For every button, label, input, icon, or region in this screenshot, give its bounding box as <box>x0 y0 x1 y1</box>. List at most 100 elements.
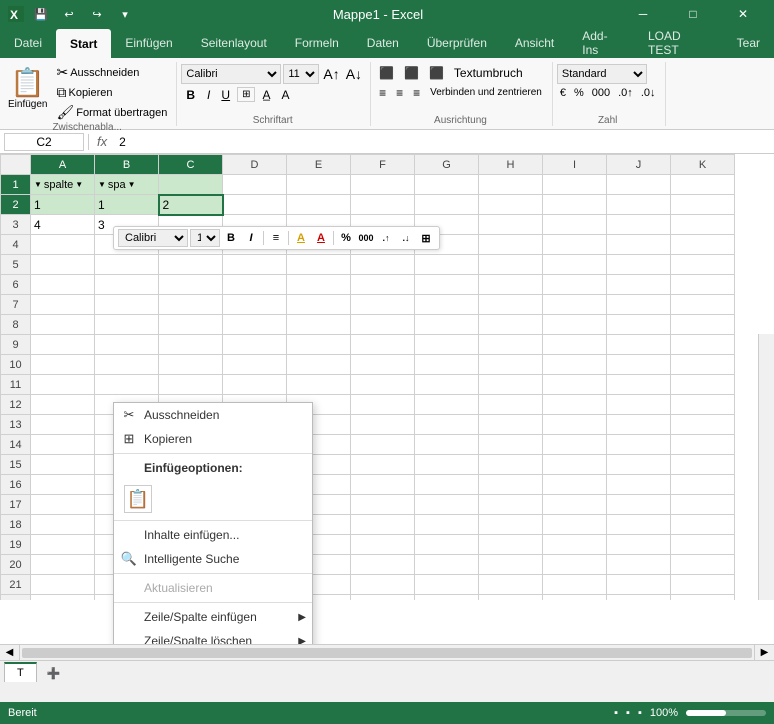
ctx-zeile-spalte-loeschen[interactable]: Zeile/Spalte löschen ▶ <box>114 629 312 644</box>
cell-g2[interactable] <box>415 195 479 215</box>
align-left-top-button[interactable]: ⬛ <box>375 64 398 82</box>
col-header-a[interactable]: A <box>31 155 95 175</box>
merge-center-button[interactable]: Verbinden und zentrieren <box>426 85 546 100</box>
col-header-c[interactable]: C <box>159 155 223 175</box>
align-right-button[interactable]: ≡ <box>409 84 424 102</box>
minimize-button[interactable]: ─ <box>620 0 666 28</box>
decrease-font-button[interactable]: A↓ <box>344 65 364 83</box>
decrease-decimal-button[interactable]: .0↓ <box>638 86 659 100</box>
mini-border-button[interactable]: ⊞ <box>417 229 435 247</box>
col-header-k[interactable]: K <box>671 155 735 175</box>
cell-a2[interactable]: 1 <box>31 195 95 215</box>
wrap-text-button[interactable]: Textumbruch <box>450 64 527 82</box>
tab-daten[interactable]: Daten <box>353 28 413 58</box>
row-header-2[interactable]: 2 <box>1 195 31 215</box>
row-header-3[interactable]: 3 <box>1 215 31 235</box>
mini-size-select[interactable]: 11 <box>190 229 220 247</box>
font-color-button[interactable]: A <box>277 87 293 103</box>
percent-button[interactable]: % <box>571 86 587 100</box>
cell-e2[interactable] <box>287 195 351 215</box>
cell-j3[interactable] <box>607 215 671 235</box>
currency-button[interactable]: € <box>557 86 569 100</box>
mini-font-select[interactable]: Calibri <box>118 229 188 247</box>
save-button[interactable]: 💾 <box>30 3 52 25</box>
border-button[interactable]: ⊞ <box>237 87 255 102</box>
cell-i1[interactable] <box>543 175 607 195</box>
col-header-e[interactable]: E <box>287 155 351 175</box>
maximize-button[interactable]: □ <box>670 0 716 28</box>
tab-start[interactable]: Start <box>56 29 111 59</box>
cell-d2[interactable] <box>223 195 287 215</box>
cut-button[interactable]: ✂ Ausschneiden <box>53 64 170 82</box>
number-format-select[interactable]: Standard <box>557 64 647 84</box>
cell-i2[interactable] <box>543 195 607 215</box>
col-header-h[interactable]: H <box>479 155 543 175</box>
col-header-b[interactable]: B <box>95 155 159 175</box>
view-layout-button[interactable]: ▪ <box>626 707 630 719</box>
scroll-left-button[interactable]: ◀ <box>0 645 20 661</box>
tab-formeln[interactable]: Formeln <box>281 28 353 58</box>
view-pagebreak-button[interactable]: ▪ <box>638 707 642 719</box>
zoom-slider[interactable] <box>686 710 766 716</box>
font-size-select[interactable]: 11 <box>283 64 319 84</box>
sheet-tab-t[interactable]: T <box>4 662 37 682</box>
redo-button[interactable]: ↪ <box>86 3 108 25</box>
col-header-i[interactable]: I <box>543 155 607 175</box>
ctx-zeile-spalte-einfuegen[interactable]: Zeile/Spalte einfügen ▶ <box>114 605 312 629</box>
tab-datei[interactable]: Datei <box>0 28 56 58</box>
cell-f2[interactable] <box>351 195 415 215</box>
mini-dec-up-button[interactable]: .↑ <box>377 229 395 247</box>
qat-dropdown[interactable]: ▾ <box>114 3 136 25</box>
row-header-1[interactable]: 1 <box>1 175 31 195</box>
mini-font-color-button[interactable]: A <box>312 229 330 247</box>
align-right-top-button[interactable]: ⬛ <box>425 64 448 82</box>
ctx-inhalte-einfuegen[interactable]: Inhalte einfügen... <box>114 523 312 547</box>
cell-g1[interactable] <box>415 175 479 195</box>
tab-einfuegen[interactable]: Einfügen <box>111 28 186 58</box>
mini-bold-button[interactable]: B <box>222 229 240 247</box>
align-left-button[interactable]: ≡ <box>375 84 390 102</box>
cell-a1[interactable]: ▼spalte▼ <box>31 175 95 195</box>
ctx-ausschneiden[interactable]: ✂ Ausschneiden <box>114 403 312 427</box>
col-header-f[interactable]: F <box>351 155 415 175</box>
cell-h3[interactable] <box>479 215 543 235</box>
formula-input[interactable]: 2 <box>115 135 770 149</box>
italic-button[interactable]: I <box>203 87 214 103</box>
cell-d1[interactable] <box>223 175 287 195</box>
mini-italic-button[interactable]: I <box>242 229 260 247</box>
bold-button[interactable]: B <box>181 86 200 104</box>
format-painter-button[interactable]: 🖌 Format übertragen <box>53 104 170 122</box>
ctx-paste-icon-row[interactable]: 📋 <box>114 480 312 518</box>
col-header-d[interactable]: D <box>223 155 287 175</box>
add-sheet-button[interactable]: ➕ <box>41 665 67 682</box>
tab-ansicht[interactable]: Ansicht <box>501 28 568 58</box>
cell-e1[interactable] <box>287 175 351 195</box>
horizontal-scrollbar[interactable]: ◀ ▶ <box>0 644 774 660</box>
view-normal-button[interactable]: ▪ <box>614 707 618 719</box>
paste-button[interactable]: 📋 Einfügen <box>4 64 51 112</box>
tab-addins[interactable]: Add-Ins <box>568 28 634 58</box>
ctx-kopieren[interactable]: ⊞ Kopieren <box>114 427 312 451</box>
tab-ueberprufen[interactable]: Überprüfen <box>413 28 501 58</box>
mini-dec-dn-button[interactable]: .↓ <box>397 229 415 247</box>
paste-option-icon[interactable]: 📋 <box>124 485 152 513</box>
align-center-button[interactable]: ≡ <box>392 84 407 102</box>
copy-button[interactable]: ⧉ Kopieren <box>53 84 170 102</box>
cell-i3[interactable] <box>543 215 607 235</box>
undo-button[interactable]: ↩ <box>58 3 80 25</box>
h-scrollbar-thumb[interactable] <box>22 648 752 658</box>
align-center-top-button[interactable]: ⬛ <box>400 64 423 82</box>
mini-align-button[interactable]: ≡ <box>267 229 285 247</box>
ctx-intelligente-suche[interactable]: 🔍 Intelligente Suche <box>114 547 312 571</box>
cell-b2[interactable]: 1 <box>95 195 159 215</box>
cell-k3[interactable] <box>671 215 735 235</box>
tab-seitenlayout[interactable]: Seitenlayout <box>187 28 281 58</box>
cell-h1[interactable] <box>479 175 543 195</box>
cell-c2[interactable]: 2 <box>159 195 223 215</box>
cell-k2[interactable] <box>671 195 735 215</box>
font-name-select[interactable]: Calibri <box>181 64 281 84</box>
tab-tear[interactable]: Tear <box>723 28 774 58</box>
cell-a3[interactable]: 4 <box>31 215 95 235</box>
cell-f1[interactable] <box>351 175 415 195</box>
increase-font-button[interactable]: A↑ <box>321 65 341 83</box>
